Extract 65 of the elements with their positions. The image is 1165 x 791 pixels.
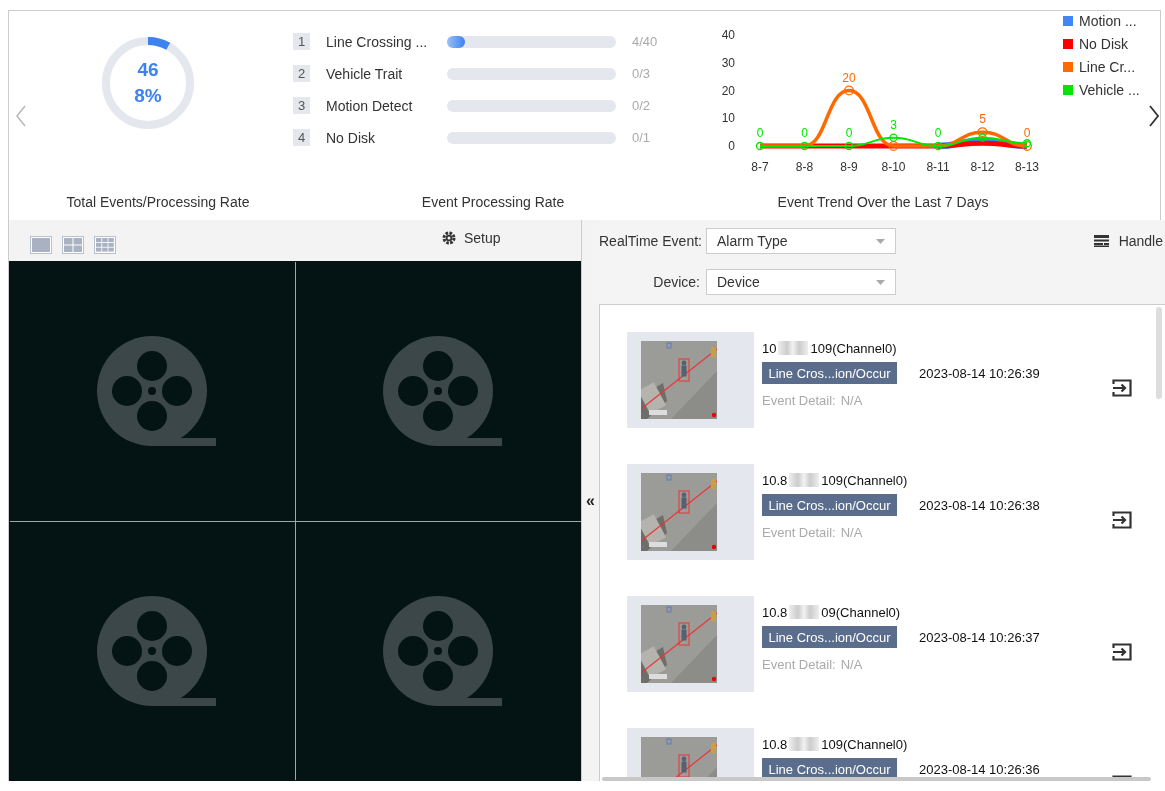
- device-channel: 09(Channel0): [821, 604, 901, 620]
- event-type-tag: Line Cros...ion/Occur: [762, 362, 897, 384]
- legend-label: No Disk: [1079, 36, 1128, 52]
- device-channel: 109(Channel0): [821, 736, 908, 752]
- event-detail-label: Event Detail:: [762, 657, 836, 672]
- legend-label: Vehicle ...: [1079, 82, 1140, 98]
- event-time: 2023-08-14 10:26:38: [919, 497, 1040, 513]
- data-label: 20: [842, 70, 856, 85]
- x-tick-label: 8-7: [751, 160, 769, 174]
- filter-label: RealTime Event:: [599, 233, 700, 249]
- x-tick-label: 8-13: [1015, 160, 1039, 174]
- data-label: 0: [756, 126, 764, 140]
- data-label: 0: [1023, 126, 1031, 140]
- event-time: 2023-08-14 10:26:36: [919, 761, 1040, 777]
- y-tick-label: 0: [728, 139, 735, 153]
- x-tick-label: 8-10: [881, 160, 906, 174]
- progress-reading: 0/2: [632, 98, 651, 113]
- data-label: 0: [934, 126, 942, 140]
- device-address: 10.8: [762, 472, 788, 488]
- rank-number: 2: [293, 65, 310, 82]
- rank-number: 3: [293, 97, 310, 114]
- total-count: 46: [136, 59, 160, 81]
- event-detail-value: N/A: [840, 393, 863, 408]
- event-detail-value: N/A: [840, 657, 863, 672]
- event-detail-label: Event Detail:: [762, 393, 836, 408]
- filter-label: Device:: [652, 274, 700, 290]
- progress-reading: 0/1: [632, 130, 651, 145]
- x-tick-label: 8-8: [795, 160, 814, 174]
- y-tick-label: 40: [721, 28, 735, 42]
- event-time: 2023-08-14 10:26:39: [919, 365, 1040, 381]
- event-type-tag: Line Cros...ion/Occur: [762, 758, 897, 780]
- legend-label: Motion ...: [1079, 13, 1137, 29]
- x-tick-label: 8-12: [970, 160, 995, 174]
- event-detail-value: N/A: [840, 525, 863, 540]
- progress-reading: 4/40: [632, 34, 658, 49]
- rank-number: 4: [293, 129, 310, 146]
- device-channel: 109(Channel0): [821, 472, 908, 488]
- panel-caption: Event Processing Rate: [421, 194, 565, 210]
- event-type-label: No Disk: [326, 129, 376, 146]
- y-tick-label: 30: [721, 55, 735, 70]
- x-tick-label: 8-11: [926, 160, 950, 174]
- y-tick-label: 10: [721, 111, 735, 126]
- event-type-tag: Line Cros...ion/Occur: [762, 494, 897, 516]
- y-tick-label: 20: [721, 83, 735, 98]
- x-tick-label: 8-9: [840, 160, 858, 174]
- device-address: 10: [762, 340, 777, 356]
- device-address: 10.8: [762, 736, 788, 752]
- event-type-label: Line Crossing ...: [326, 33, 429, 50]
- data-label: 3: [890, 117, 897, 132]
- data-label: 0: [845, 126, 853, 140]
- event-time: 2023-08-14 10:26:37: [919, 629, 1040, 645]
- legend-label: Line Cr...: [1079, 59, 1136, 75]
- rank-number: 1: [293, 33, 310, 50]
- device-channel: 109(Channel0): [810, 340, 897, 356]
- event-type-tag: Line Cros...ion/Occur: [762, 626, 897, 648]
- event-type-label: Vehicle Trait: [326, 65, 404, 82]
- panel-caption: Total Events/Processing Rate: [66, 194, 250, 210]
- event-type-label: Motion Detect: [326, 97, 414, 114]
- data-label: 0: [801, 126, 808, 140]
- panel-caption: Event Trend Over the Last 7 Days: [777, 194, 989, 210]
- processing-rate: 8%: [133, 85, 163, 107]
- device-address: 10.8: [762, 604, 788, 620]
- data-label: 5: [979, 112, 986, 127]
- progress-reading: 0/3: [632, 66, 651, 81]
- event-detail-label: Event Detail:: [762, 525, 836, 540]
